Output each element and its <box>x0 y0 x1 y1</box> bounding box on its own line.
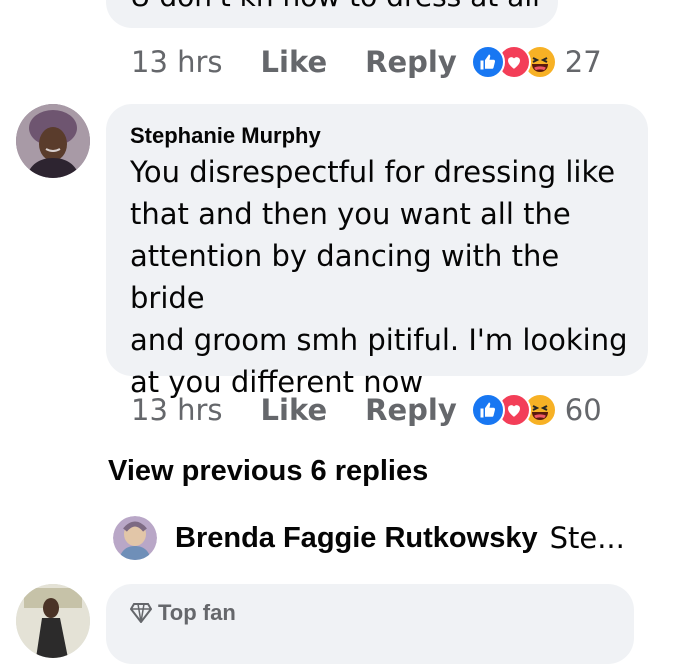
comment-line: You disrespectful for dressing like <box>130 155 616 189</box>
reaction-count: 60 <box>564 393 602 427</box>
avatar[interactable] <box>16 584 90 658</box>
previous-comment-meta: 13 hrs Like Reply 27 <box>131 42 602 82</box>
like-button[interactable]: Like <box>261 393 328 427</box>
reply-author: Brenda Faggie Rutkowsky <box>175 521 538 554</box>
comment-text: You disrespectful for dressing like that… <box>130 151 630 403</box>
top-fan-label: Top fan <box>158 600 236 625</box>
comment-time: 13 hrs <box>131 45 223 79</box>
comment-time: 13 hrs <box>131 393 223 427</box>
reply-preview[interactable]: Brenda Faggie Rutkowsky Ste... <box>113 516 625 560</box>
avatar[interactable] <box>16 104 90 178</box>
reactions-summary[interactable] <box>470 393 557 427</box>
view-previous-replies-link[interactable]: View previous 6 replies <box>108 455 428 488</box>
top-fan-badge: Top fan <box>130 600 236 626</box>
reaction-count: 27 <box>564 45 602 79</box>
reply-preview-text: Ste... <box>549 521 625 555</box>
comment-author[interactable]: Stephanie Murphy <box>130 123 321 149</box>
avatar <box>113 516 157 560</box>
like-button[interactable]: Like <box>261 45 328 79</box>
reply-button[interactable]: Reply <box>365 45 457 79</box>
comment-line: that and then you want all the <box>130 197 571 231</box>
diamond-icon <box>130 603 152 623</box>
comment-meta: 13 hrs Like Reply 60 <box>131 390 602 430</box>
comment-line: attention by dancing with the bride <box>130 239 560 315</box>
like-icon <box>470 45 505 79</box>
like-icon <box>470 393 505 427</box>
previous-comment-text: U don't kn how to dress at all <box>130 0 540 13</box>
comment-line: and groom smh pitiful. I'm looking <box>130 323 628 357</box>
reactions-summary[interactable] <box>470 45 557 79</box>
reply-button[interactable]: Reply <box>365 393 457 427</box>
